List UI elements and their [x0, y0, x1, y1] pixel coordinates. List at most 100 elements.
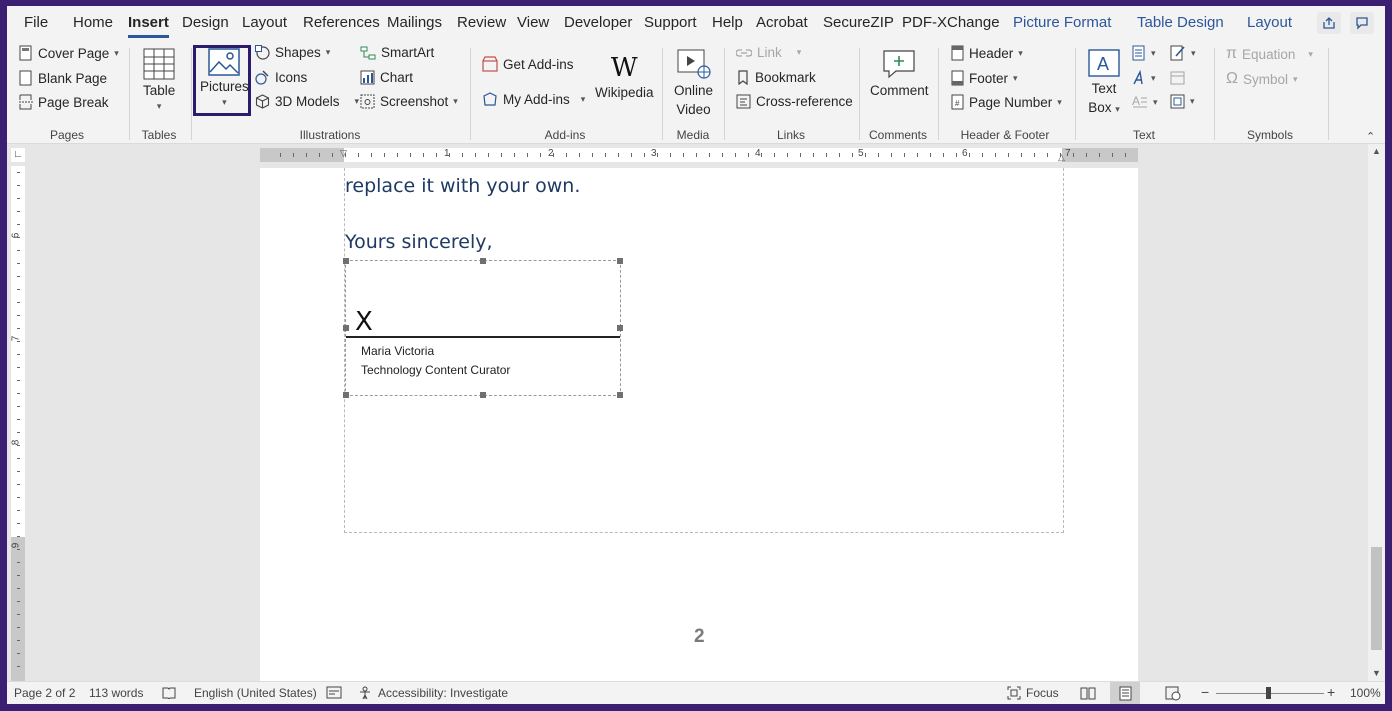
zoom-in-button[interactable]: + [1327, 684, 1335, 700]
date-time-button[interactable] [1170, 70, 1185, 85]
tab-mailings[interactable]: Mailings [387, 14, 442, 31]
tab-layout[interactable]: Layout [242, 14, 287, 31]
resize-handle[interactable] [343, 258, 349, 264]
wordart-button[interactable]: ▾ [1132, 70, 1156, 86]
quick-parts-button[interactable]: ▾ [1132, 45, 1156, 61]
group-label-tables: Tables [141, 128, 177, 142]
drop-cap-button[interactable]: A ▾ [1132, 94, 1158, 110]
screenshot-button[interactable]: Screenshot ▾ [360, 94, 458, 109]
3d-models-button[interactable]: 3D Models ▾ [255, 94, 359, 109]
table-button[interactable]: Table ▾ [143, 48, 175, 112]
wikipedia-button[interactable]: W Wikipedia [595, 54, 654, 101]
tab-references[interactable]: References [303, 14, 380, 31]
tab-support[interactable]: Support [644, 14, 697, 31]
tab-review[interactable]: Review [457, 14, 506, 31]
ruler-tick [1073, 153, 1074, 157]
page-number-label: Page Number [969, 94, 1053, 110]
zoom-out-button[interactable]: − [1201, 684, 1209, 700]
header-button[interactable]: Header ▾ [951, 45, 1023, 61]
scroll-up-arrow-icon[interactable]: ▲ [1372, 146, 1381, 156]
tab-pdf-xchange[interactable]: PDF-XChange [902, 14, 1000, 31]
tab-help[interactable]: Help [712, 14, 743, 31]
comments-icon[interactable] [1350, 12, 1374, 34]
resize-handle[interactable] [617, 392, 623, 398]
tab-acrobat[interactable]: Acrobat [756, 14, 808, 31]
tab-table-design[interactable]: Table Design [1137, 14, 1224, 31]
language-status[interactable]: English (United States) [194, 686, 317, 700]
ruler-tick [696, 153, 697, 157]
cover-page-button[interactable]: Cover Page ▾ [19, 45, 119, 61]
icons-button[interactable]: Icons [255, 70, 307, 85]
closing-text[interactable]: Yours sincerely, [345, 231, 493, 253]
chart-button[interactable]: Chart [360, 70, 413, 85]
ruler-tick [384, 153, 385, 157]
document-page[interactable]: replace it with your own. Yours sincerel… [260, 168, 1138, 682]
shapes-button[interactable]: Shapes ▾ [255, 45, 330, 60]
footer-button[interactable]: Footer ▾ [951, 70, 1018, 86]
equation-button[interactable]: π Equation ▾ [1226, 45, 1313, 63]
body-text-line[interactable]: replace it with your own. [345, 175, 580, 197]
text-predictions-status[interactable] [326, 686, 342, 699]
tab-home[interactable]: Home [73, 14, 113, 31]
resize-handle[interactable] [617, 258, 623, 264]
signer-name: Maria Victoria [361, 344, 435, 358]
resize-handle[interactable] [343, 392, 349, 398]
chart-label: Chart [380, 70, 414, 85]
comment-button[interactable]: Comment [870, 48, 929, 99]
collapse-ribbon-icon[interactable]: ⌃ [1366, 130, 1375, 143]
resize-handle[interactable] [480, 392, 486, 398]
resize-handle[interactable] [480, 258, 486, 264]
ruler-tick [17, 614, 20, 615]
ruler-tick [17, 367, 20, 368]
cross-reference-button[interactable]: Cross-reference [736, 94, 853, 109]
resize-handle[interactable] [343, 325, 349, 331]
print-layout-button[interactable] [1110, 682, 1140, 704]
horizontal-ruler[interactable]: 1 2 3 4 5 6 7 ▽ △ [260, 148, 1138, 162]
tab-developer[interactable]: Developer [564, 14, 632, 31]
vertical-ruler[interactable]: 6 7 8 9 [10, 166, 25, 684]
read-mode-button[interactable] [1073, 682, 1103, 704]
bookmark-button[interactable]: Bookmark [736, 70, 816, 85]
tab-table-layout[interactable]: Layout [1247, 14, 1292, 31]
get-addins-button[interactable]: Get Add-ins [482, 56, 574, 72]
share-icon[interactable] [1317, 12, 1341, 34]
signature-line-button[interactable]: ▾ [1170, 45, 1196, 61]
zoom-slider-thumb[interactable] [1266, 687, 1271, 699]
tab-picture-format[interactable]: Picture Format [1013, 14, 1111, 31]
vertical-scrollbar[interactable]: ▲ ▼ [1368, 144, 1385, 681]
text-box-button[interactable]: A Text Box ▾ [1087, 48, 1121, 118]
online-video-button[interactable]: Online Video [674, 48, 713, 118]
zoom-slider[interactable] [1216, 687, 1324, 699]
pictures-button[interactable]: Pictures ▾ [200, 48, 249, 108]
object-button[interactable]: ▾ [1170, 94, 1195, 109]
zoom-level[interactable]: 100% [1350, 686, 1381, 700]
tab-design[interactable]: Design [182, 14, 229, 31]
tab-view[interactable]: View [517, 14, 549, 31]
tab-securezip[interactable]: SecureZIP [823, 14, 894, 31]
page-count[interactable]: Page 2 of 2 [14, 686, 75, 700]
ruler-tick [1112, 153, 1113, 157]
ruler-tick [17, 172, 20, 173]
resize-handle[interactable] [617, 325, 623, 331]
group-label-links: Links [776, 128, 806, 142]
signature-line-object[interactable]: X Maria Victoria Technology Content Cura… [343, 258, 623, 398]
focus-mode-button[interactable]: Focus [1007, 686, 1059, 700]
blank-page-label: Blank Page [38, 70, 108, 86]
link-button[interactable]: Link ▾ [736, 45, 801, 60]
tab-insert[interactable]: Insert [128, 14, 169, 38]
web-layout-button[interactable] [1158, 682, 1188, 704]
scrollbar-thumb[interactable] [1371, 547, 1382, 650]
tab-file[interactable]: File [24, 14, 48, 31]
scroll-down-arrow-icon[interactable]: ▼ [1372, 668, 1381, 678]
my-addins-button[interactable]: My Add-ins ▾ [482, 91, 585, 107]
symbol-button[interactable]: Ω Symbol ▾ [1226, 70, 1298, 88]
drop-cap-icon: A [1132, 94, 1147, 108]
proofing-status[interactable] [162, 686, 176, 699]
word-count[interactable]: 113 words [89, 686, 143, 700]
blank-page-button[interactable]: Blank Page [19, 70, 107, 86]
page-break-button[interactable]: Page Break [19, 94, 109, 110]
smartart-button[interactable]: SmartArt [360, 45, 434, 60]
page-number-button[interactable]: # Page Number ▾ [951, 94, 1062, 110]
accessibility-status[interactable]: Accessibility: Investigate [358, 686, 508, 700]
tab-selector[interactable]: ∟ [11, 148, 25, 162]
